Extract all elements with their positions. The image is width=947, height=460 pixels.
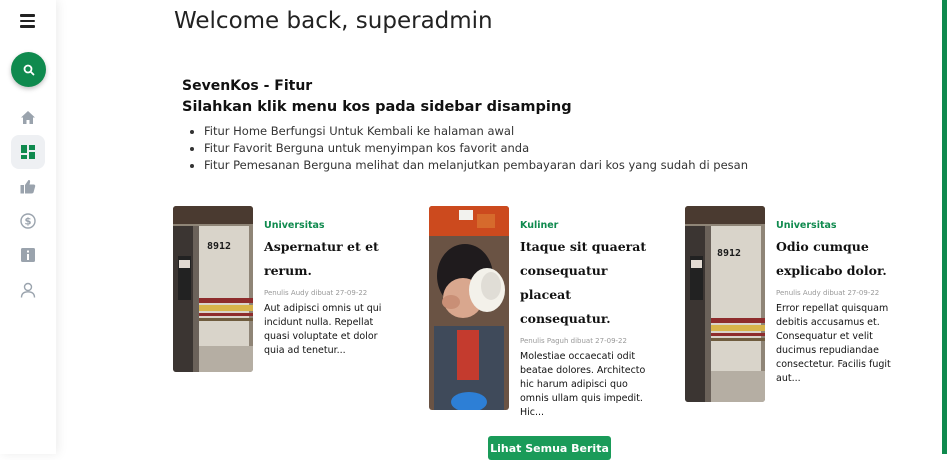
nav-home[interactable] bbox=[11, 100, 45, 134]
news-category: Kuliner bbox=[520, 220, 559, 231]
fitur-list: Fitur Home Berfungsi Untuk Kembali ke ha… bbox=[182, 123, 882, 174]
page-title: Welcome back, superadmin bbox=[174, 8, 493, 34]
news-title[interactable]: Itaque sit quaerat consequatur placeat c… bbox=[520, 235, 650, 331]
fitur-section: SevenKos - Fitur Silahkan klik menu kos … bbox=[182, 78, 882, 174]
news-image[interactable]: 8912 bbox=[173, 206, 253, 372]
nav-dashboard[interactable] bbox=[11, 135, 45, 169]
news-body: Universitas Aspernatur et et rerum. Penu… bbox=[264, 206, 394, 358]
fitur-item: Fitur Favorit Berguna untuk menyimpan ko… bbox=[204, 140, 882, 157]
fitur-title: SevenKos - Fitur bbox=[182, 78, 313, 94]
fitur-item: Fitur Home Berfungsi Untuk Kembali ke ha… bbox=[204, 123, 882, 140]
svg-text:$: $ bbox=[25, 217, 32, 228]
news-image[interactable]: 8912 bbox=[685, 206, 765, 402]
thumbs-up-icon bbox=[20, 179, 36, 193]
news-meta: Penulis Audy dibuat 27-09-22 bbox=[264, 289, 368, 297]
news-meta: Penulis Paguh dibuat 27-09-22 bbox=[520, 337, 627, 345]
nav-payment[interactable]: $ bbox=[11, 204, 45, 238]
nav-favorite[interactable] bbox=[11, 169, 45, 203]
nav-info[interactable] bbox=[11, 238, 45, 272]
news-body: Kuliner Itaque sit quaerat consequatur p… bbox=[520, 206, 650, 420]
news-meta: Penulis Audy dibuat 27-09-22 bbox=[776, 289, 880, 297]
sidebar: $ bbox=[0, 0, 56, 454]
train-number: 8912 bbox=[207, 241, 231, 252]
menu-icon[interactable] bbox=[20, 14, 35, 31]
news-body: Universitas Odio cumque explicabo dolor.… bbox=[776, 206, 906, 386]
fitur-subtitle: Silahkan klik menu kos pada sidebar disa… bbox=[182, 99, 572, 115]
fitur-item: Fitur Pemesanan Berguna melihat dan mela… bbox=[204, 157, 882, 174]
search-button[interactable] bbox=[11, 52, 46, 87]
news-category: Universitas bbox=[264, 220, 325, 231]
news-image[interactable] bbox=[429, 206, 509, 410]
dashboard-icon bbox=[21, 145, 35, 159]
news-excerpt: Molestiae occaecati odit beatae dolores.… bbox=[520, 351, 646, 418]
news-title[interactable]: Odio cumque explicabo dolor. bbox=[776, 235, 906, 283]
news-excerpt: Error repellat quisquam debitis accusamu… bbox=[776, 303, 891, 384]
scrollbar[interactable] bbox=[942, 0, 947, 454]
news-category: Universitas bbox=[776, 220, 837, 231]
news-excerpt: Aut adipisci omnis ut qui incidunt nulla… bbox=[264, 303, 382, 356]
dollar-icon: $ bbox=[20, 213, 36, 229]
news-title[interactable]: Aspernatur et et rerum. bbox=[264, 235, 394, 283]
user-icon bbox=[20, 282, 36, 298]
home-icon bbox=[21, 110, 35, 124]
search-icon bbox=[23, 64, 34, 75]
see-all-news-button[interactable]: Lihat Semua Berita bbox=[488, 436, 611, 460]
nav-profile[interactable] bbox=[11, 273, 45, 307]
child-drinking-photo bbox=[429, 206, 509, 410]
train-number: 8912 bbox=[717, 248, 741, 259]
train-door-photo: 8912 bbox=[685, 206, 765, 402]
info-icon bbox=[21, 248, 35, 262]
train-door-photo: 8912 bbox=[173, 206, 253, 372]
